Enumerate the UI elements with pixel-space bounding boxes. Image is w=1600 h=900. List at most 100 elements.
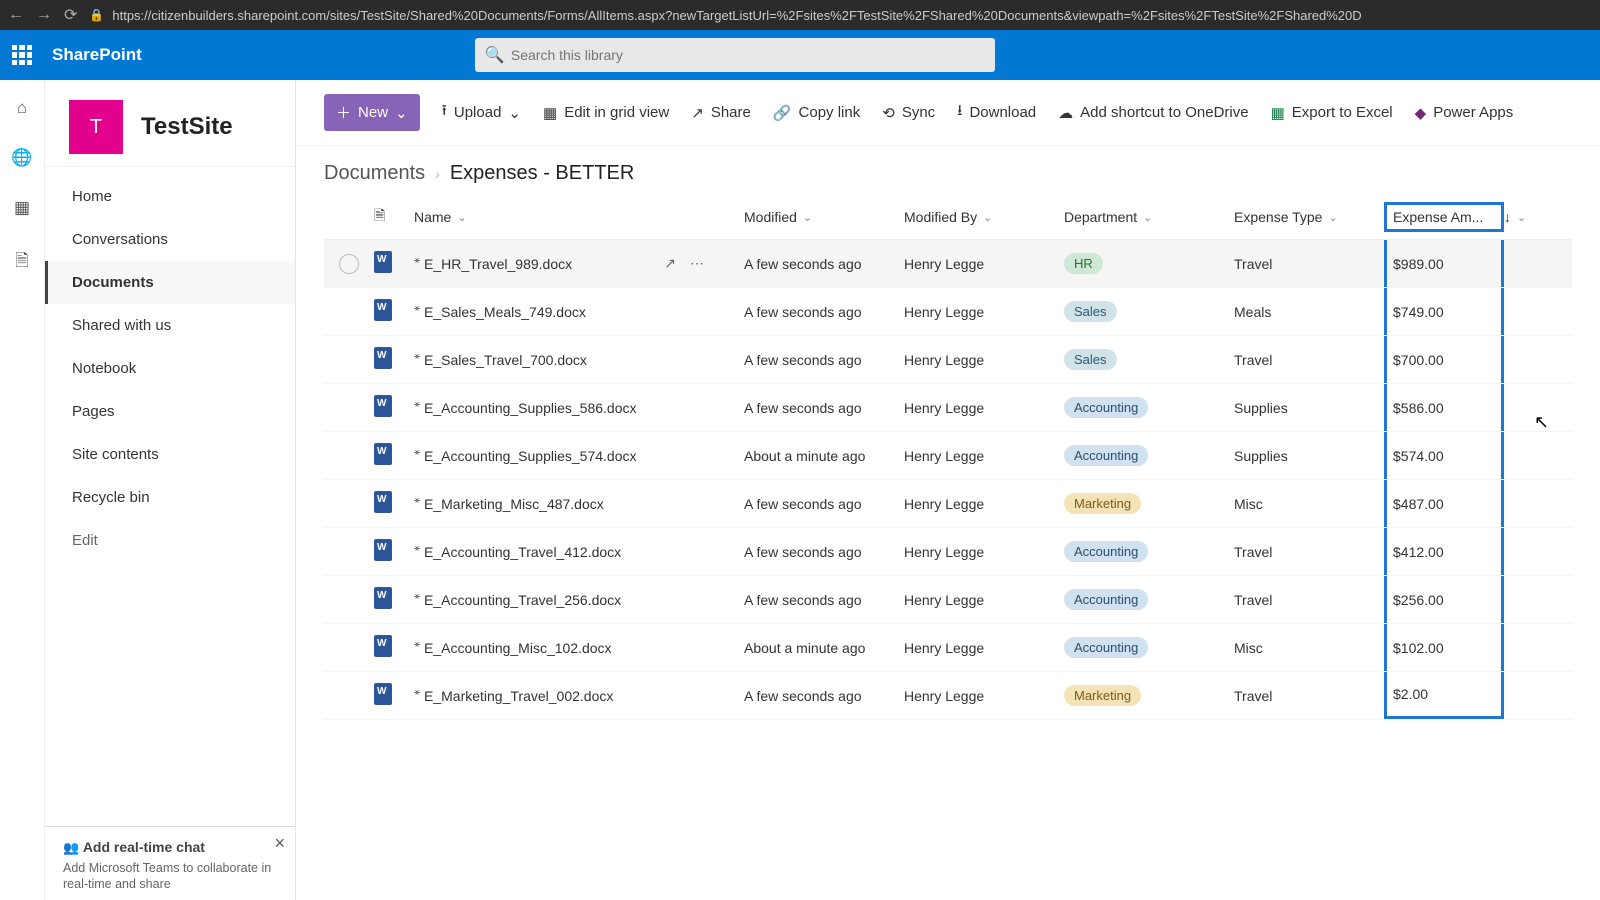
cell-modified-by: Henry Legge <box>904 640 1064 656</box>
share-icon: ↗ <box>691 104 704 122</box>
site-title[interactable]: TestSite <box>141 113 233 141</box>
edit-grid-button[interactable]: ▦Edit in grid view <box>543 104 669 122</box>
cell-expense-amount: $700.00 <box>1384 336 1504 383</box>
table-row[interactable]: ⚹ E_Marketing_Travel_002.docx A few seco… <box>324 672 1572 720</box>
download-button[interactable]: ⭳Download <box>957 100 1036 125</box>
file-name[interactable]: ⚹ E_Marketing_Misc_487.docx <box>414 496 744 512</box>
copy-link-button[interactable]: 🔗Copy link <box>773 104 860 122</box>
file-name[interactable]: ⚹ E_HR_Travel_989.docx ↗⋯ <box>414 255 744 272</box>
table-row[interactable]: ⚹ E_Sales_Meals_749.docx A few seconds a… <box>324 288 1572 336</box>
export-button[interactable]: ▦Export to Excel <box>1271 104 1393 122</box>
col-type-icon[interactable]: 🗎 <box>374 205 414 229</box>
powerapps-icon: ◆ <box>1415 104 1427 122</box>
new-button[interactable]: ＋New⌄ <box>324 94 420 131</box>
cell-modified-by: Henry Legge <box>904 304 1064 320</box>
nav-item-site-contents[interactable]: Site contents <box>45 433 295 476</box>
file-name[interactable]: ⚹ E_Accounting_Supplies_574.docx <box>414 448 744 464</box>
home-icon[interactable]: ⌂ <box>17 98 27 118</box>
cell-department: Accounting <box>1064 541 1234 562</box>
new-indicator-icon: ⚹ <box>414 591 420 602</box>
col-modified-by[interactable]: Modified By⌄ <box>904 209 1064 225</box>
back-icon[interactable]: ← <box>8 6 24 24</box>
share-row-icon[interactable]: ↗ <box>664 255 676 272</box>
forward-icon[interactable]: → <box>36 6 52 24</box>
news-icon[interactable]: ▦ <box>14 198 30 218</box>
nav-item-documents[interactable]: Documents <box>45 261 295 304</box>
cell-expense-type: Supplies <box>1234 400 1384 416</box>
file-name[interactable]: ⚹ E_Marketing_Travel_002.docx <box>414 688 744 704</box>
cell-modified: A few seconds ago <box>744 592 904 608</box>
cell-expense-type: Misc <box>1234 640 1384 656</box>
shortcut-button[interactable]: ☁Add shortcut to OneDrive <box>1058 104 1248 122</box>
cell-expense-type: Meals <box>1234 304 1384 320</box>
nav-item-notebook[interactable]: Notebook <box>45 347 295 390</box>
teams-icon: 👥 <box>63 840 79 855</box>
cell-expense-amount: $412.00 <box>1384 528 1504 575</box>
site-logo[interactable]: T <box>69 100 123 154</box>
cell-modified: A few seconds ago <box>744 496 904 512</box>
table-header: 🗎 Name⌄ Modified⌄ Modified By⌄ Departmen… <box>324 195 1572 240</box>
cell-department: Sales <box>1064 301 1234 322</box>
file-name[interactable]: ⚹ E_Sales_Travel_700.docx <box>414 352 744 368</box>
file-name[interactable]: ⚹ E_Accounting_Travel_256.docx <box>414 592 744 608</box>
upload-icon: ⭱ <box>442 100 447 125</box>
address-bar[interactable]: 🔒 https://citizenbuilders.sharepoint.com… <box>89 8 1592 23</box>
globe-icon[interactable]: 🌐 <box>11 148 32 168</box>
search-icon: 🔍 <box>485 45 505 65</box>
table-row[interactable]: ⚹ E_HR_Travel_989.docx ↗⋯ A few seconds … <box>324 240 1572 288</box>
new-indicator-icon: ⚹ <box>414 303 420 314</box>
grid-icon: ▦ <box>543 104 557 122</box>
table-row[interactable]: ⚹ E_Marketing_Misc_487.docx A few second… <box>324 480 1572 528</box>
more-icon[interactable]: ⋯ <box>690 255 704 272</box>
cell-expense-amount: $586.00 <box>1384 384 1504 431</box>
reload-icon[interactable]: ⟳ <box>64 5 77 25</box>
file-name[interactable]: ⚹ E_Accounting_Misc_102.docx <box>414 640 744 656</box>
file-name[interactable]: ⚹ E_Sales_Meals_749.docx <box>414 304 744 320</box>
word-doc-icon <box>374 251 392 273</box>
share-button[interactable]: ↗Share <box>691 104 751 122</box>
table-row[interactable]: ⚹ E_Sales_Travel_700.docx A few seconds … <box>324 336 1572 384</box>
sync-button[interactable]: ⟲Sync <box>882 104 935 122</box>
nav-edit[interactable]: Edit <box>45 519 295 562</box>
col-name[interactable]: Name⌄ <box>414 209 744 225</box>
table-row[interactable]: ⚹ E_Accounting_Misc_102.docx About a min… <box>324 624 1572 672</box>
nav-item-conversations[interactable]: Conversations <box>45 218 295 261</box>
row-selector[interactable] <box>339 254 359 274</box>
cell-modified: About a minute ago <box>744 448 904 464</box>
nav-item-home[interactable]: Home <box>45 175 295 218</box>
new-indicator-icon: ⚹ <box>414 351 420 362</box>
table-row[interactable]: ⚹ E_Accounting_Travel_256.docx A few sec… <box>324 576 1572 624</box>
nav-item-shared-with-us[interactable]: Shared with us <box>45 304 295 347</box>
breadcrumb-parent[interactable]: Documents <box>324 162 425 185</box>
table-row[interactable]: ⚹ E_Accounting_Supplies_586.docx A few s… <box>324 384 1572 432</box>
cell-modified-by: Henry Legge <box>904 400 1064 416</box>
breadcrumb: Documents › Expenses - BETTER <box>296 146 1600 195</box>
search-box[interactable]: 🔍 <box>475 38 995 72</box>
nav-item-recycle-bin[interactable]: Recycle bin <box>45 476 295 519</box>
search-input[interactable] <box>475 38 995 72</box>
cell-expense-type: Travel <box>1234 592 1384 608</box>
new-indicator-icon: ⚹ <box>414 639 420 650</box>
app-launcher-icon[interactable] <box>12 45 32 65</box>
table-row[interactable]: ⚹ E_Accounting_Supplies_574.docx About a… <box>324 432 1572 480</box>
close-icon[interactable]: × <box>274 833 285 854</box>
col-sort-indicator[interactable]: ↓ ⌄ <box>1504 209 1534 225</box>
file-name[interactable]: ⚹ E_Accounting_Supplies_586.docx <box>414 400 744 416</box>
col-expense-amount[interactable]: Expense Am... <box>1384 202 1504 232</box>
upload-button[interactable]: ⭱Upload⌄ <box>442 100 521 125</box>
cell-department: Accounting <box>1064 445 1234 466</box>
files-icon[interactable]: 🗎 <box>15 248 29 277</box>
powerapps-button[interactable]: ◆Power Apps <box>1415 104 1514 122</box>
excel-icon: ▦ <box>1271 104 1285 122</box>
chevron-down-icon: ⌄ <box>1328 211 1337 224</box>
app-rail: ⌂ 🌐 ▦ 🗎 <box>0 80 45 900</box>
col-modified[interactable]: Modified⌄ <box>744 209 904 225</box>
col-department[interactable]: Department⌄ <box>1064 209 1234 225</box>
col-expense-type[interactable]: Expense Type⌄ <box>1234 209 1384 225</box>
promo-desc: Add Microsoft Teams to collaborate in re… <box>63 860 277 893</box>
cell-modified: A few seconds ago <box>744 256 904 272</box>
table-row[interactable]: ⚹ E_Accounting_Travel_412.docx A few sec… <box>324 528 1572 576</box>
cell-expense-type: Travel <box>1234 688 1384 704</box>
file-name[interactable]: ⚹ E_Accounting_Travel_412.docx <box>414 544 744 560</box>
nav-item-pages[interactable]: Pages <box>45 390 295 433</box>
